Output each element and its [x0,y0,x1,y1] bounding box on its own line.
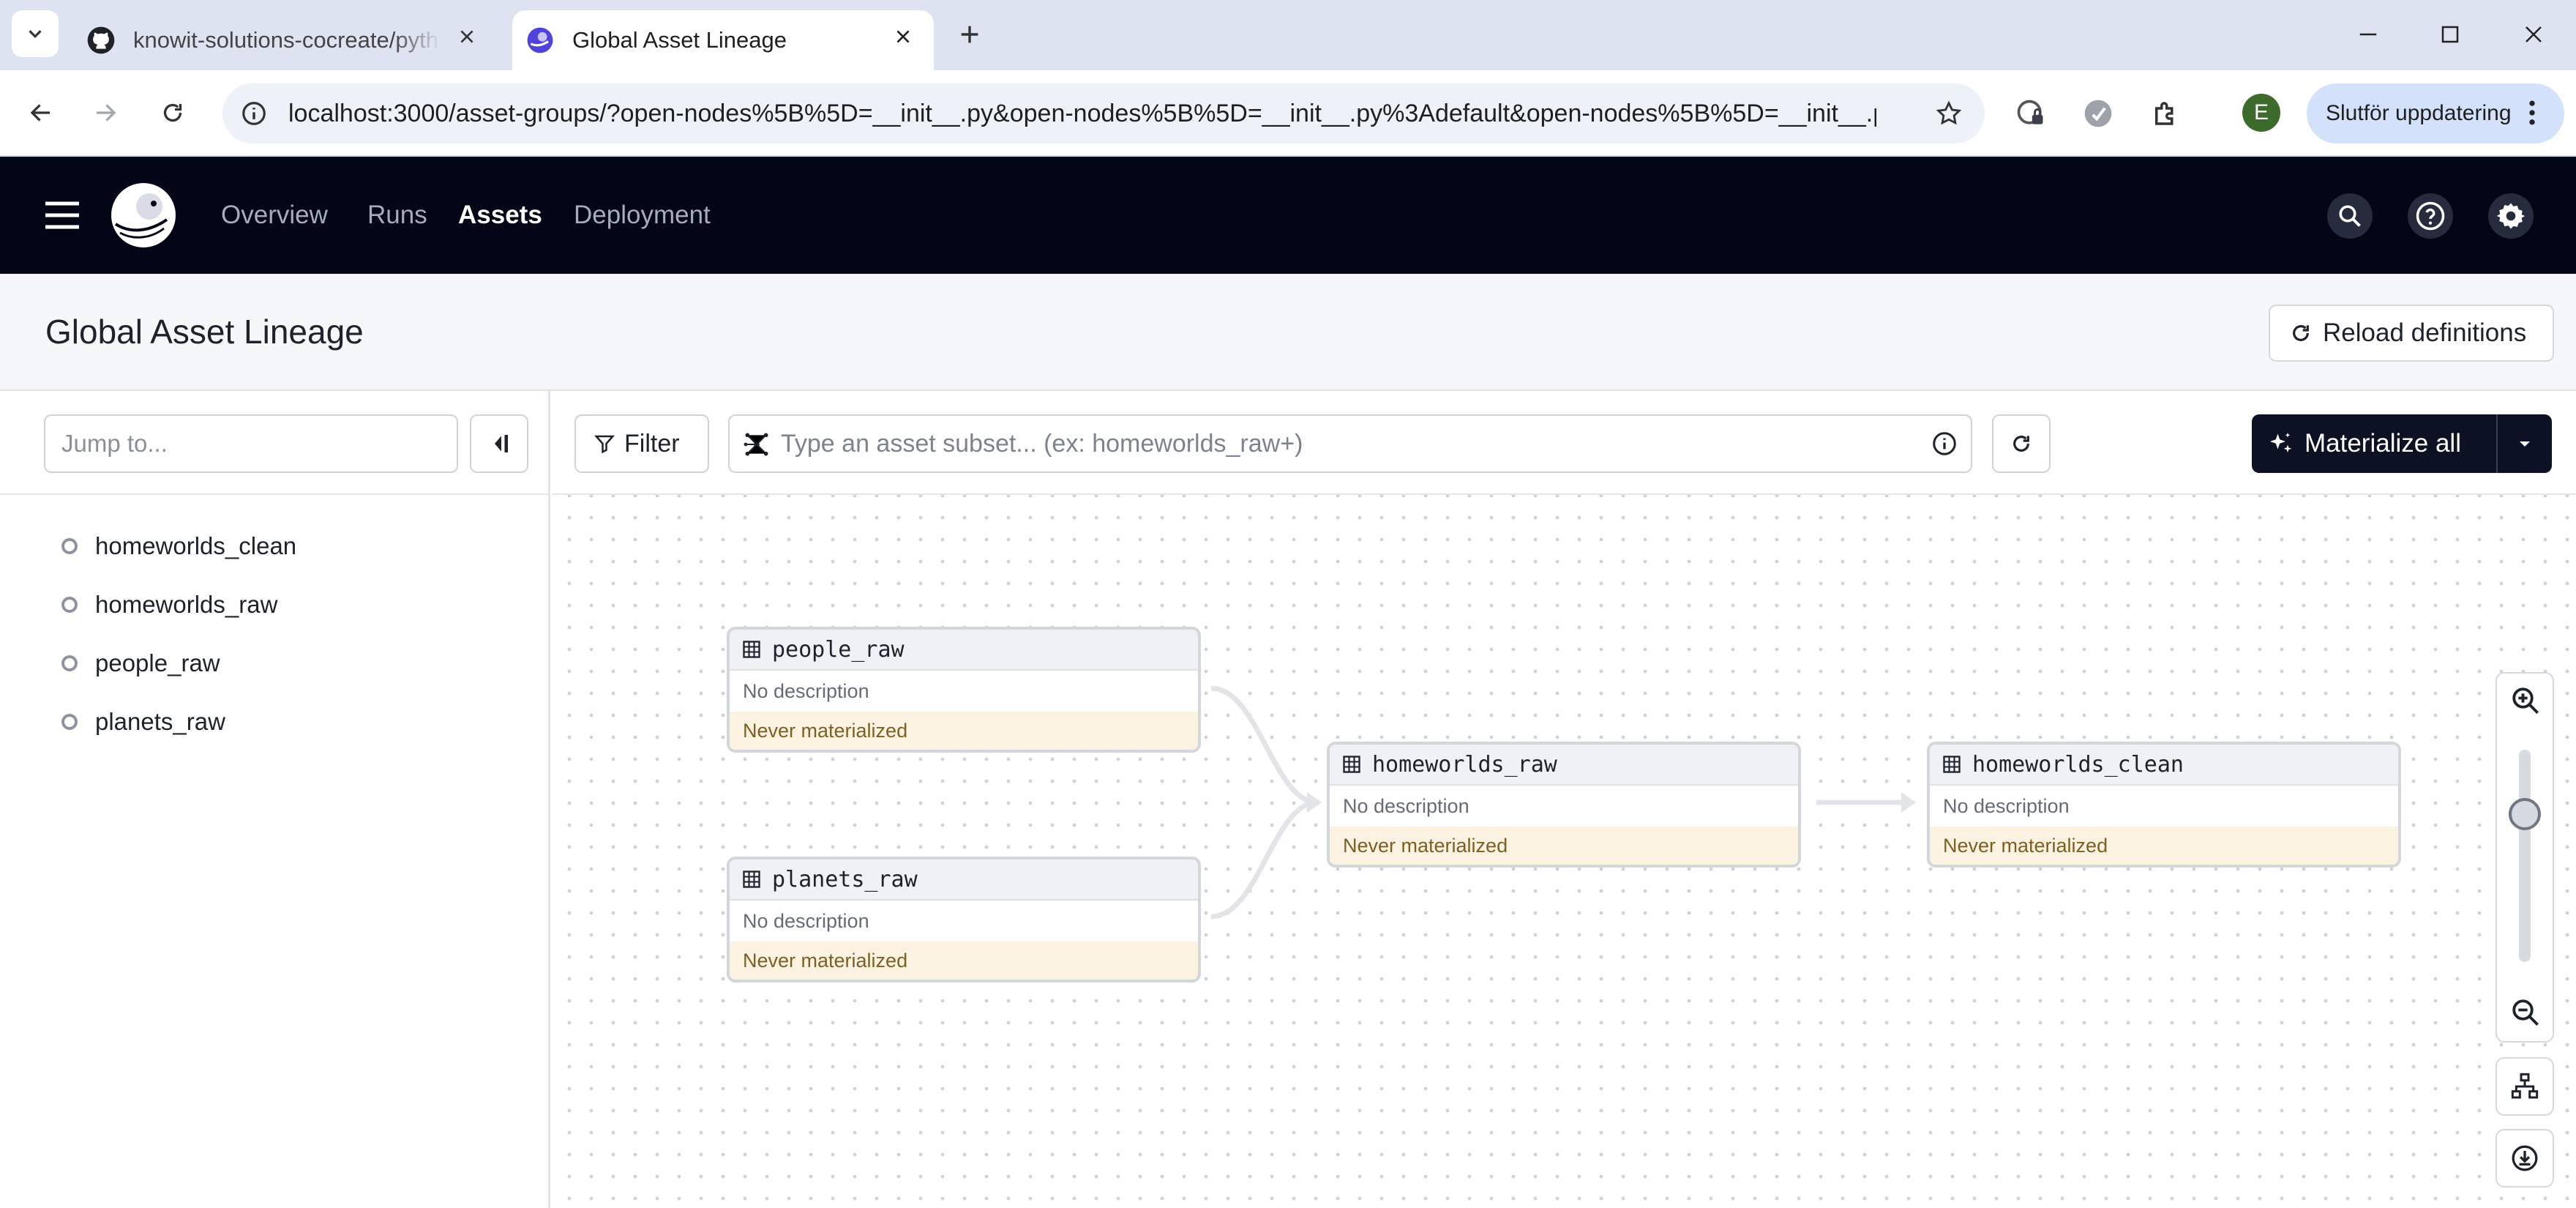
download-graph-button[interactable] [2496,1129,2554,1188]
subset-placeholder: Type an asset subset... (ex: homeworlds_… [781,430,1303,458]
node-description: No description [743,910,869,932]
zoom-in-icon[interactable] [2509,684,2542,717]
node-status: Never materialized [1930,827,2398,865]
graph-query-icon [743,430,771,462]
node-status: Never materialized [1330,827,1798,865]
node-description: No description [1943,795,2070,817]
asset-node-planets-raw[interactable]: planets_raw No description Never materia… [727,857,1201,983]
table-icon [1343,756,1360,773]
arrowhead-homeworlds-clean [1901,792,1916,813]
node-status: Never materialized [730,942,1198,980]
node-title: homeworlds_raw [1372,751,1557,778]
sparkles-icon [2270,433,2292,452]
table-icon [743,641,760,658]
node-title: homeworlds_clean [1972,751,2184,778]
edges-layer [1210,685,1916,920]
hierarchy-icon [2511,1073,2539,1099]
filter-icon [594,435,615,454]
materialize-options-dropdown[interactable] [2498,414,2552,473]
materialize-all-main[interactable]: Materialize all [2252,414,2498,473]
edge-planets-raw-to-homeworlds-raw [1210,799,1318,920]
info-icon[interactable] [1931,430,1958,461]
refresh-graph-button[interactable] [1992,414,2051,473]
node-status: Never materialized [730,712,1198,750]
zoom-out-icon[interactable] [2509,996,2542,1029]
zoom-control [2496,672,2554,1043]
materialize-label: Materialize all [2304,429,2461,458]
node-description: No description [1343,795,1469,817]
zoom-slider-track[interactable] [2519,750,2531,962]
caret-down-icon [2520,441,2530,447]
node-description: No description [743,680,869,702]
download-icon [2512,1145,2538,1171]
asset-subset-input[interactable]: Type an asset subset... (ex: homeworlds_… [728,414,1972,473]
asset-node-homeworlds-raw[interactable]: homeworlds_raw No description Never mate… [1327,742,1801,868]
node-title: people_raw [772,636,905,663]
zoom-slider-handle[interactable] [2509,798,2541,830]
graph-toolbar: Filter Type an asset subset... (ex: home… [553,391,2576,495]
table-icon [743,870,760,888]
filter-button[interactable]: Filter [574,414,709,473]
asset-node-homeworlds-clean[interactable]: homeworlds_clean No description Never ma… [1927,742,2401,868]
refresh-icon [2013,436,2029,452]
filter-label: Filter [624,429,680,458]
edge-people-raw-to-homeworlds-raw [1210,685,1318,805]
arrowhead-homeworlds-raw [1307,792,1322,813]
node-title: planets_raw [772,866,918,892]
asset-node-people-raw[interactable]: people_raw No description Never material… [727,627,1201,753]
hierarchy-layout-button[interactable] [2496,1057,2554,1116]
table-icon [1943,756,1961,773]
materialize-all-button[interactable]: Materialize all [2252,414,2552,473]
